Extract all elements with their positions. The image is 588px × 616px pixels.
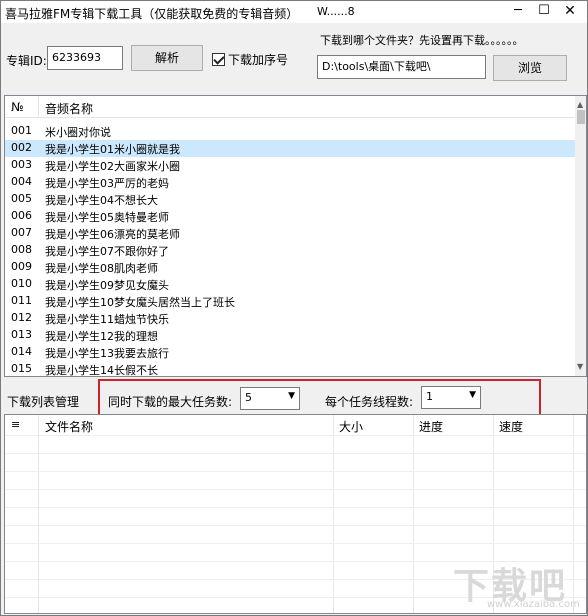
folder-path-input[interactable]: D:\tools\桌面\下载吧\ — [317, 55, 486, 79]
add-number-checkbox[interactable] — [212, 53, 225, 66]
audio-row-title: 我是小学生12我的理想 — [45, 330, 158, 343]
column-divider[interactable] — [38, 96, 39, 118]
audio-row-title: 我是小学生11蜡烛节快乐 — [45, 313, 169, 326]
audio-row[interactable]: 013 我是小学生12我的理想 — [5, 327, 575, 344]
parse-button[interactable]: 解析 — [131, 45, 203, 71]
audio-row-number: 006 — [11, 209, 32, 222]
audio-row[interactable]: 002 我是小学生01米小圈就是我 — [5, 140, 575, 157]
threads-per-task-value: 1 — [426, 390, 433, 403]
audio-row-title: 我是小学生13我要去旅行 — [45, 347, 169, 360]
download-list-header: ≡ 文件名称 大小 进度 速度 — [5, 415, 586, 435]
audio-list-scrollbar[interactable]: ▲ ▼ — [575, 96, 586, 376]
column-speed[interactable]: 速度 — [499, 418, 523, 435]
album-id-input[interactable]: 6233693 — [47, 46, 123, 70]
close-button[interactable]: ✕ — [557, 1, 583, 21]
max-tasks-label: 同时下载的最大任务数: — [108, 395, 233, 409]
audio-row[interactable]: 009 我是小学生08肌肉老师 — [5, 259, 575, 276]
column-audio-name[interactable]: 音频名称 — [45, 100, 93, 117]
column-file-name[interactable]: 文件名称 — [45, 418, 93, 435]
audio-row-title: 我是小学生05奥特曼老师 — [45, 211, 169, 224]
audio-row-number: 013 — [11, 328, 32, 341]
threads-per-task-label: 每个任务线程数: — [325, 395, 414, 409]
grid-line — [573, 415, 574, 613]
audio-row[interactable]: 006 我是小学生05奥特曼老师 — [5, 208, 575, 225]
audio-row-number: 012 — [11, 311, 32, 324]
audio-row-title: 我是小学生04不想长大 — [45, 194, 158, 207]
add-number-checkbox-group[interactable]: 下载加序号 — [212, 51, 288, 67]
audio-row-number: 008 — [11, 243, 32, 256]
grid-line — [5, 453, 586, 454]
column-number[interactable]: № — [11, 100, 23, 114]
audio-list[interactable]: № 音频名称 001 米小圈对你说 002 我是小学生01米小圈就是我 003 我是小学生… — [4, 95, 587, 377]
audio-row[interactable]: 004 我是小学生03严厉的老妈 — [5, 174, 575, 191]
audio-row-number: 005 — [11, 192, 32, 205]
grid-line — [413, 415, 414, 613]
grid-line — [5, 489, 586, 490]
grid-line — [5, 507, 586, 508]
audio-row-title: 我是小学生01米小圈就是我 — [45, 143, 180, 156]
column-size[interactable]: 大小 — [339, 418, 363, 435]
audio-row[interactable]: 014 我是小学生13我要去旅行 — [5, 344, 575, 361]
audio-row[interactable]: 012 我是小学生11蜡烛节快乐 — [5, 310, 575, 327]
minimize-button[interactable]: ─ — [505, 1, 531, 21]
audio-row[interactable]: 003 我是小学生02大画家米小圈 — [5, 157, 575, 174]
scroll-down-arrow-icon[interactable]: ▼ — [577, 362, 583, 371]
audio-row-number: 002 — [11, 141, 32, 154]
audio-row-title: 米小圈对你说 — [45, 126, 111, 139]
max-tasks-value: 5 — [245, 391, 252, 404]
threads-per-task-select[interactable]: 1 ▼ — [421, 386, 481, 409]
chevron-down-icon[interactable]: ▼ — [288, 391, 295, 401]
audio-row-number: 010 — [11, 277, 32, 290]
audio-row-number: 011 — [11, 294, 32, 307]
title-bar: 喜马拉雅FM专辑下载工具（仅能获取免费的专辑音频） W......8 ─ ☐ ✕ — [1, 1, 587, 23]
audio-row-title: 我是小学生03严厉的老妈 — [45, 177, 169, 190]
audio-row-title: 我是小学生14长假不长 — [45, 364, 158, 377]
maximize-button[interactable]: ☐ — [531, 1, 557, 21]
audio-row-title: 我是小学生07不跟你好了 — [45, 245, 169, 258]
audio-row[interactable]: 005 我是小学生04不想长大 — [5, 191, 575, 208]
audio-row-number: 007 — [11, 226, 32, 239]
grid-line — [38, 415, 39, 613]
audio-row-title: 我是小学生08肌肉老师 — [45, 262, 158, 275]
watermark-url: www.xiazaiba.com — [487, 599, 580, 610]
grid-line — [5, 525, 586, 526]
audio-row-number: 009 — [11, 260, 32, 273]
audio-row-title: 我是小学生02大画家米小圈 — [45, 160, 180, 173]
browse-button[interactable]: 浏览 — [493, 55, 567, 81]
folder-prompt-label: 下载到哪个文件夹？先设置再下载。。。。。。 — [320, 34, 524, 47]
audio-row-number: 001 — [11, 124, 32, 137]
audio-row-title: 我是小学生10梦女魔头居然当上了班长 — [45, 296, 235, 309]
audio-row-title: 我是小学生09梦见女魔头 — [45, 279, 169, 292]
audio-rows: 001 米小圈对你说 002 我是小学生01米小圈就是我 003 我是小学生02大画家米小… — [5, 123, 575, 377]
audio-row[interactable]: 007 我是小学生06漂亮的莫老师 — [5, 225, 575, 242]
chevron-down-icon[interactable]: ▼ — [469, 390, 476, 400]
audio-row[interactable]: 001 米小圈对你说 — [5, 123, 575, 140]
grid-line — [333, 415, 334, 613]
grid-line — [5, 543, 586, 544]
scroll-up-arrow-icon[interactable]: ▲ — [577, 100, 583, 109]
download-manager-label: 下载列表管理 — [7, 395, 80, 409]
grid-line — [5, 435, 586, 436]
audio-list-header: № 音频名称 — [5, 96, 575, 118]
audio-row[interactable]: 011 我是小学生10梦女魔头居然当上了班长 — [5, 293, 575, 310]
audio-row-number: 015 — [11, 362, 32, 375]
audio-row-number: 003 — [11, 158, 32, 171]
audio-row-number: 014 — [11, 345, 32, 358]
audio-row[interactable]: 010 我是小学生09梦见女魔头 — [5, 276, 575, 293]
audio-row-number: 004 — [11, 175, 32, 188]
grid-line — [5, 471, 586, 472]
window-title-suffix: W......8 — [317, 5, 355, 18]
audio-row-title: 我是小学生06漂亮的莫老师 — [45, 228, 180, 241]
max-tasks-select[interactable]: 5 ▼ — [240, 387, 300, 410]
column-progress[interactable]: 进度 — [419, 418, 443, 435]
album-id-label: 专辑ID: — [6, 54, 47, 68]
add-number-checkbox-label: 下载加序号 — [228, 53, 289, 67]
window-title: 喜马拉雅FM专辑下载工具（仅能获取免费的专辑音频） — [5, 7, 299, 21]
download-list-menu-icon[interactable]: ≡ — [11, 418, 20, 431]
app-window: 喜马拉雅FM专辑下载工具（仅能获取免费的专辑音频） W......8 ─ ☐ ✕… — [0, 0, 588, 616]
audio-row[interactable]: 015 我是小学生14长假不长 — [5, 361, 575, 377]
audio-row[interactable]: 008 我是小学生07不跟你好了 — [5, 242, 575, 259]
scroll-thumb[interactable] — [577, 110, 585, 124]
